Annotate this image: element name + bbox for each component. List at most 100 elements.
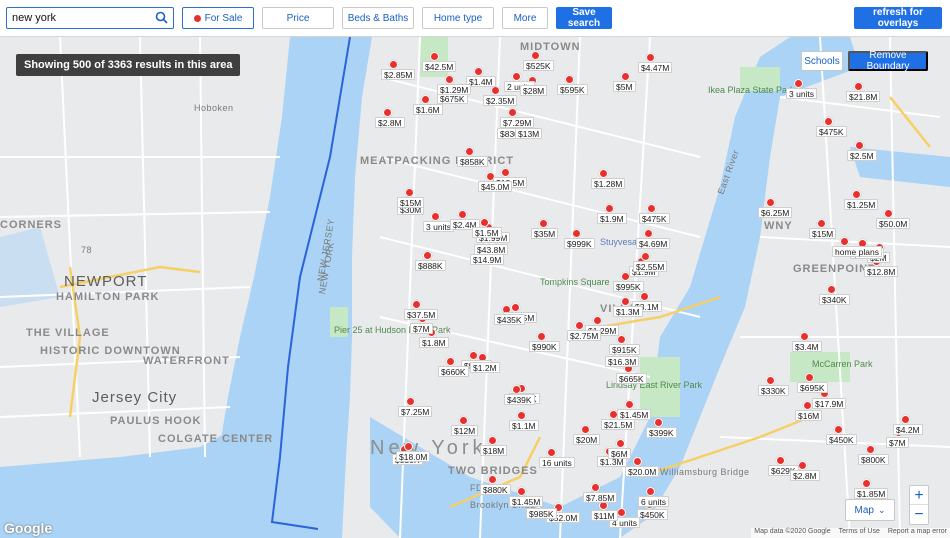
listing-price-label[interactable]: $475K — [639, 213, 670, 224]
listing-pin[interactable] — [423, 251, 432, 260]
listing-pin[interactable] — [798, 461, 807, 470]
report-error-link[interactable]: Report a map error — [888, 528, 947, 538]
listing-pin[interactable] — [465, 147, 474, 156]
listing-pin[interactable] — [539, 219, 548, 228]
listing-price-label[interactable]: $399K — [646, 427, 677, 438]
listing-price-label[interactable]: $17.9M — [812, 398, 847, 409]
listing-pin[interactable] — [621, 72, 630, 81]
listing-price-label[interactable]: $1.45M — [509, 496, 544, 507]
listing-price-label[interactable]: $999K — [564, 238, 595, 249]
listing-pin[interactable] — [766, 198, 775, 207]
listing-pin[interactable] — [817, 219, 826, 228]
listing-pin[interactable] — [537, 332, 546, 341]
listing-pin[interactable] — [412, 300, 421, 309]
listing-pin[interactable] — [862, 479, 871, 488]
listing-price-label[interactable]: $990K — [529, 341, 560, 352]
listing-pin[interactable] — [776, 456, 785, 465]
listing-price-label[interactable]: $4.47M — [638, 62, 673, 73]
listing-pin[interactable] — [646, 487, 655, 496]
listing-pin[interactable] — [840, 237, 849, 246]
listing-price-label[interactable]: $12.8M — [864, 266, 899, 277]
schools-button[interactable]: Schools — [801, 51, 843, 71]
listing-pin[interactable] — [803, 401, 812, 410]
listing-pin[interactable] — [547, 448, 556, 457]
listing-price-label[interactable]: $2.35M — [483, 95, 518, 106]
listing-pin[interactable] — [794, 79, 803, 88]
listing-price-label[interactable]: $1.3M — [613, 306, 643, 317]
listing-price-label[interactable]: $7M — [410, 323, 433, 334]
listing-price-label[interactable]: $1.45M — [617, 409, 652, 420]
listing-price-label[interactable]: $35M — [531, 228, 559, 239]
listing-price-label[interactable]: $12M — [451, 425, 479, 436]
listing-price-label[interactable]: $16M — [795, 410, 823, 421]
listing-pin[interactable] — [406, 397, 415, 406]
listing-pin[interactable] — [474, 67, 483, 76]
listing-price-label[interactable]: 3 units — [786, 88, 818, 99]
listing-pin[interactable] — [446, 357, 455, 366]
listing-price-label[interactable]: $858K — [457, 156, 488, 167]
listing-price-label[interactable]: $1.2M — [470, 362, 500, 373]
listing-price-label[interactable]: $985K — [526, 508, 557, 519]
listing-price-label[interactable]: $450K — [637, 509, 668, 520]
listing-pin[interactable] — [617, 508, 626, 517]
listing-pin[interactable] — [458, 210, 467, 219]
listing-pin[interactable] — [459, 416, 468, 425]
listing-pin[interactable] — [488, 436, 497, 445]
listing-price-label[interactable]: $42.5M — [422, 61, 457, 72]
listing-price-label[interactable]: $800K — [858, 454, 889, 465]
listing-price-label[interactable]: $1.85M — [854, 488, 889, 499]
search-icon[interactable] — [155, 11, 168, 27]
listing-price-label[interactable]: $2.5M — [847, 150, 877, 161]
listing-price-label[interactable]: $995K — [613, 281, 644, 292]
listing-price-label[interactable]: $1.9M — [597, 213, 627, 224]
listing-pin[interactable] — [834, 425, 843, 434]
search-box[interactable] — [6, 7, 174, 29]
listing-price-label[interactable]: $1.1M — [509, 420, 539, 431]
save-search-button[interactable]: Save search — [556, 7, 612, 29]
listing-price-label[interactable]: $888K — [415, 260, 446, 271]
listing-pin[interactable] — [511, 303, 520, 312]
listing-price-label[interactable]: $18M — [480, 445, 508, 456]
remove-boundary-button[interactable]: Remove Boundary — [848, 50, 928, 72]
listing-pin[interactable] — [616, 439, 625, 448]
listing-pin[interactable] — [644, 229, 653, 238]
listing-pin[interactable] — [855, 141, 864, 150]
refresh-overlays-button[interactable]: refresh for overlays — [854, 7, 942, 29]
listing-price-label[interactable]: $5M — [613, 81, 636, 92]
listing-price-label[interactable]: $450K — [826, 434, 857, 445]
listing-price-label[interactable]: $3.4M — [792, 341, 822, 352]
listing-price-label[interactable]: $1.25M — [844, 199, 879, 210]
listing-pin[interactable] — [646, 53, 655, 62]
listing-pin[interactable] — [421, 95, 430, 104]
listing-pin[interactable] — [827, 285, 836, 294]
listing-price-label[interactable]: $20.0M — [625, 466, 660, 477]
listing-price-label[interactable]: $11M — [591, 510, 618, 521]
listing-pin[interactable] — [517, 487, 526, 496]
map-type-select[interactable]: Map ⌄ — [845, 499, 895, 521]
listing-price-label[interactable]: 6 units — [638, 496, 670, 507]
listing-pin[interactable] — [404, 442, 413, 451]
listing-price-label[interactable]: $1.8M — [419, 337, 449, 348]
listing-price-label[interactable]: $880K — [480, 484, 511, 495]
listing-pin[interactable] — [854, 82, 863, 91]
listing-price-label[interactable]: $28M — [520, 85, 548, 96]
listing-pin[interactable] — [640, 292, 649, 301]
listing-pin[interactable] — [572, 229, 581, 238]
listing-price-label[interactable]: $15M — [397, 197, 425, 208]
listing-price-label[interactable]: $1.29M — [437, 84, 472, 95]
listing-pin[interactable] — [575, 321, 584, 330]
listing-pin[interactable] — [625, 400, 634, 409]
listing-price-label[interactable]: $2.8M — [375, 117, 405, 128]
listing-price-label[interactable]: $665K — [616, 373, 647, 384]
price-filter[interactable]: Price — [262, 7, 334, 29]
listing-price-label[interactable]: $7M — [886, 437, 909, 448]
listing-pin[interactable] — [766, 376, 775, 385]
listing-pin[interactable] — [593, 316, 602, 325]
listing-pin[interactable] — [654, 418, 663, 427]
zoom-out-button[interactable]: − — [910, 505, 928, 524]
listing-pin[interactable] — [641, 252, 650, 261]
listing-price-label[interactable]: $21.8M — [846, 91, 881, 102]
listing-pin[interactable] — [633, 457, 642, 466]
listing-pin[interactable] — [599, 169, 608, 178]
listing-pin[interactable] — [531, 51, 540, 60]
